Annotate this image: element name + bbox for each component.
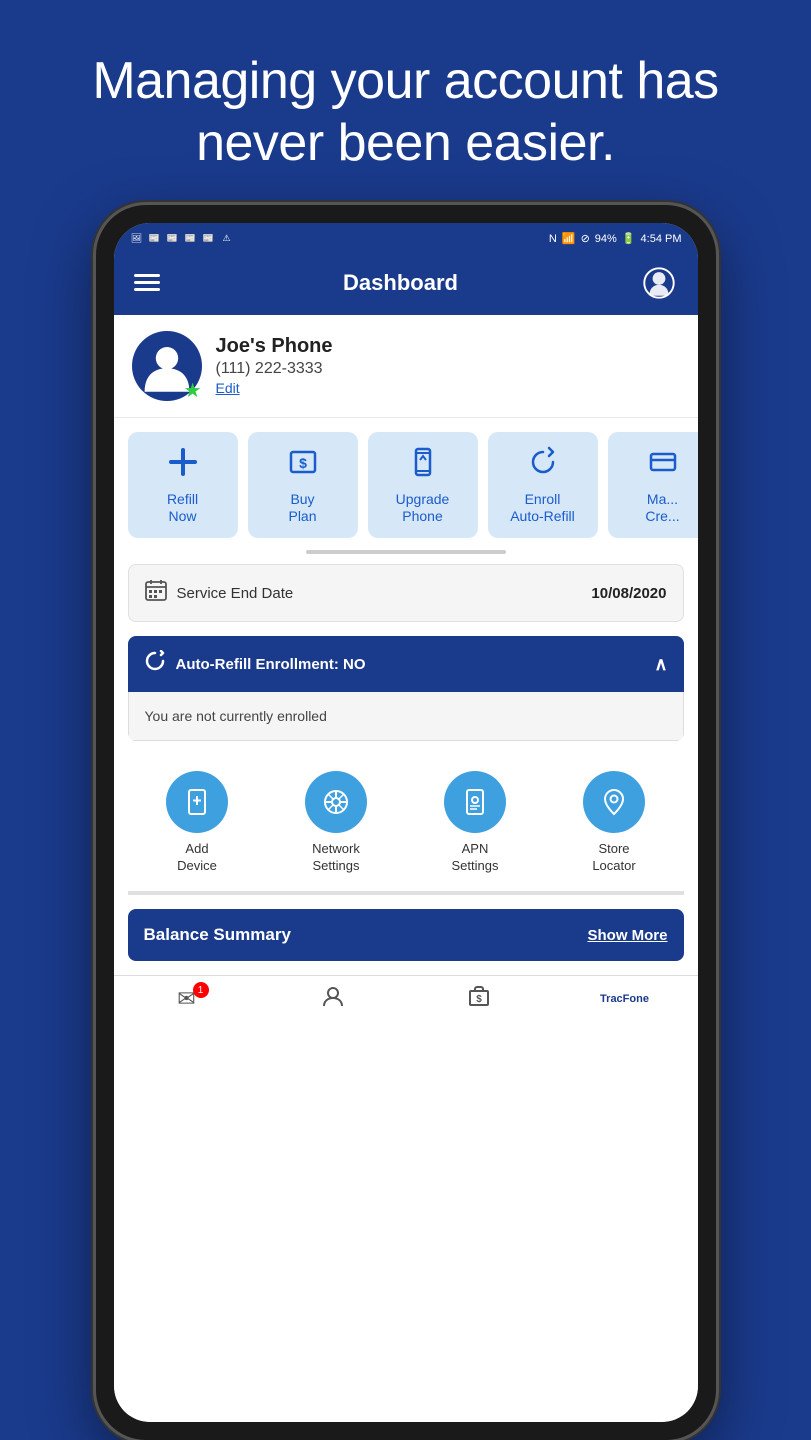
app-bar: Dashboard <box>114 255 698 315</box>
hamburger-line2 <box>134 281 160 284</box>
nfc-icon: N <box>549 233 557 245</box>
profile-section: ★ Joe's Phone (111) 222-3333 Edit <box>114 315 698 418</box>
profile-phone: (111) 222-3333 <box>216 360 333 378</box>
service-end-date-value: 10/08/2020 <box>591 585 666 602</box>
add-device-button[interactable]: AddDevice <box>166 771 228 875</box>
battery-icon: 🔋 <box>622 232 636 245</box>
status-right: N 📶 ⊘ 94% 🔋 4:54 PM <box>549 232 682 245</box>
icon-image: 🖼 <box>130 233 144 244</box>
bottom-nav: ✉ 1 $ <box>114 975 698 1020</box>
nav-mail[interactable]: ✉ 1 <box>157 986 217 1012</box>
upgrade-phone-button[interactable]: UpgradePhone <box>368 432 478 539</box>
icon-warning: ⚠ <box>220 233 234 244</box>
icon-news4: 📰 <box>202 233 216 244</box>
add-device-icon <box>166 771 228 833</box>
scroll-indicator <box>114 546 698 564</box>
enroll-auto-refill-label: EnrollAuto-Refill <box>510 491 575 525</box>
tracfone-logo: TracFone <box>600 993 649 1005</box>
enroll-icon <box>527 446 559 483</box>
auto-refill-header[interactable]: Auto-Refill Enrollment: NO ∧ <box>128 636 684 692</box>
refill-nav-icon: $ <box>467 984 491 1014</box>
wifi-icon: 📶 <box>562 232 576 245</box>
icon-news3: 📰 <box>184 233 198 244</box>
chevron-up-icon: ∧ <box>654 654 667 675</box>
manage-credit-button[interactable]: Ma...Cre... <box>608 432 698 539</box>
svg-text:$: $ <box>476 994 482 1005</box>
service-end-label: Service End Date <box>177 585 294 602</box>
auto-refill-left: Auto-Refill Enrollment: NO <box>144 650 366 678</box>
upgrade-phone-icon <box>407 446 439 483</box>
star-badge: ★ <box>184 381 202 401</box>
hamburger-line3 <box>134 288 160 291</box>
auto-refill-icon <box>144 650 166 678</box>
secondary-actions: AddDevice <box>114 755 698 891</box>
store-locator-icon <box>583 771 645 833</box>
balance-summary-title: Balance Summary <box>144 925 291 945</box>
nav-account[interactable] <box>303 984 363 1014</box>
support-button[interactable] <box>641 265 677 301</box>
manage-credit-label: Ma...Cre... <box>645 491 679 525</box>
app-bar-title: Dashboard <box>343 270 458 296</box>
icon-news1: 📰 <box>148 233 162 244</box>
auto-refill-status: You are not currently enrolled <box>145 708 327 724</box>
store-locator-label: StoreLocator <box>592 841 635 875</box>
hamburger-line1 <box>134 274 160 277</box>
status-bar: 🖼 📰 📰 📰 📰 ⚠ N 📶 ⊘ 94% 🔋 4:54 PM <box>114 223 698 255</box>
profile-info: Joe's Phone (111) 222-3333 Edit <box>216 335 333 396</box>
network-settings-button[interactable]: NetworkSettings <box>305 771 367 875</box>
nav-refill[interactable]: $ <box>449 984 509 1014</box>
nav-tracfone[interactable]: TracFone <box>595 993 655 1005</box>
store-locator-button[interactable]: StoreLocator <box>583 771 645 875</box>
main-content: ★ Joe's Phone (111) 222-3333 Edit <box>114 315 698 1422</box>
apn-settings-button[interactable]: APNSettings <box>444 771 506 875</box>
network-settings-label: NetworkSettings <box>312 841 360 875</box>
buy-plan-label: BuyPlan <box>288 491 316 525</box>
calendar-icon <box>145 579 167 607</box>
phone-device: 🖼 📰 📰 📰 📰 ⚠ N 📶 ⊘ 94% 🔋 4:54 PM <box>96 205 716 1440</box>
hamburger-menu[interactable] <box>134 274 160 291</box>
show-more-button[interactable]: Show More <box>587 927 667 944</box>
phone-screen: 🖼 📰 📰 📰 📰 ⚠ N 📶 ⊘ 94% 🔋 4:54 PM <box>114 223 698 1422</box>
refill-now-label: RefillNow <box>167 491 198 525</box>
refill-icon <box>167 446 199 483</box>
time-display: 4:54 PM <box>641 233 682 245</box>
balance-summary-card: Balance Summary Show More <box>128 909 684 961</box>
apn-settings-icon <box>444 771 506 833</box>
avatar-container: ★ <box>132 331 202 401</box>
status-icons-left: 🖼 📰 📰 📰 📰 ⚠ <box>130 233 234 244</box>
profile-name: Joe's Phone <box>216 335 333 358</box>
actions-row: RefillNow $ BuyPlan <box>114 418 698 547</box>
enroll-auto-refill-button[interactable]: EnrollAuto-Refill <box>488 432 598 539</box>
network-settings-icon <box>305 771 367 833</box>
manage-credit-icon <box>647 446 679 483</box>
battery-level: 94% <box>595 233 617 245</box>
buy-plan-button[interactable]: $ BuyPlan <box>248 432 358 539</box>
buy-plan-icon: $ <box>287 446 319 483</box>
sed-left: Service End Date <box>145 579 294 607</box>
upgrade-phone-label: UpgradePhone <box>396 491 450 525</box>
scroll-bar <box>306 550 506 554</box>
divider <box>128 891 684 895</box>
apn-settings-label: APNSettings <box>452 841 499 875</box>
auto-refill-section: Auto-Refill Enrollment: NO ∧ You are not… <box>128 636 684 741</box>
auto-refill-label: Auto-Refill Enrollment: NO <box>176 656 366 673</box>
auto-refill-body: You are not currently enrolled <box>128 692 684 741</box>
hero-title: Managing your account has never been eas… <box>0 0 811 205</box>
add-device-label: AddDevice <box>177 841 217 875</box>
service-end-date-card: Service End Date 10/08/2020 <box>128 564 684 622</box>
refill-now-button[interactable]: RefillNow <box>128 432 238 539</box>
icon-news2: 📰 <box>166 233 180 244</box>
dnd-icon: ⊘ <box>581 232 590 245</box>
mail-badge: 1 <box>193 982 209 998</box>
account-icon <box>321 984 345 1014</box>
support-icon <box>643 267 675 299</box>
svg-text:$: $ <box>299 455 307 471</box>
edit-link[interactable]: Edit <box>216 380 333 396</box>
